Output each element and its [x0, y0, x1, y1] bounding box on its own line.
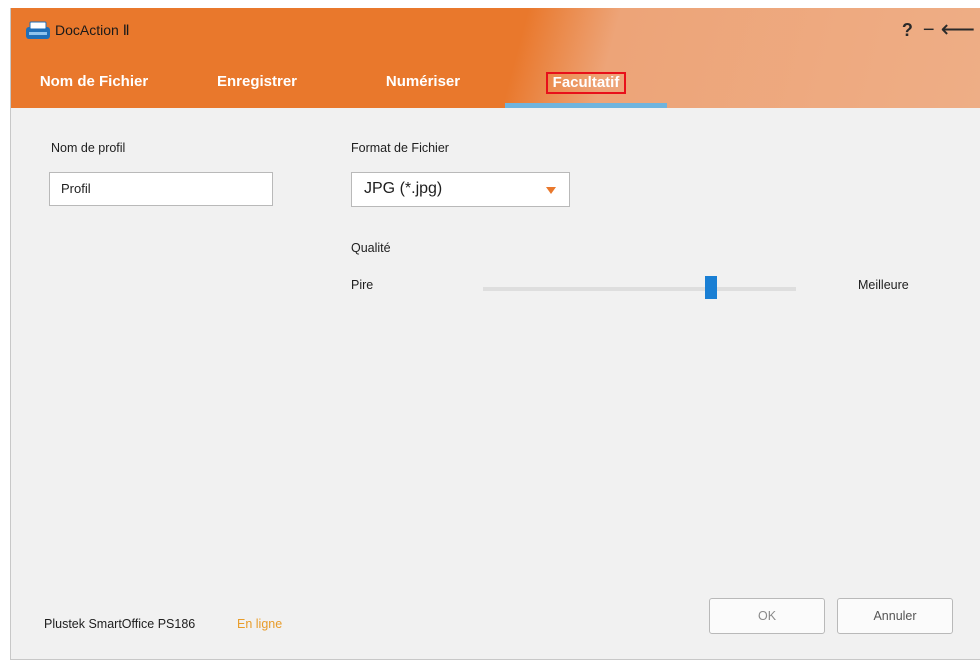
- file-format-value: JPG (*.jpg): [364, 180, 443, 197]
- device-status: En ligne: [237, 617, 283, 631]
- header-bar: DocAction Ⅱ ? − ⟵ Nom de Fichier Enregis…: [11, 8, 980, 108]
- app-title: DocAction Ⅱ: [55, 22, 130, 38]
- tab-label: Nom de Fichier: [39, 73, 149, 90]
- quality-slider-thumb[interactable]: [705, 276, 717, 299]
- file-format-select[interactable]: JPG (*.jpg): [351, 172, 570, 207]
- file-format-label: Format de Fichier: [351, 141, 449, 155]
- profile-name-label: Nom de profil: [51, 141, 126, 155]
- profile-name-input[interactable]: Profil: [49, 172, 273, 206]
- quality-label: Qualité: [351, 241, 391, 255]
- tab-label: Enregistrer: [216, 73, 298, 90]
- quality-min-label: Pire: [351, 278, 374, 292]
- ok-button[interactable]: OK: [709, 598, 825, 634]
- device-name: Plustek SmartOffice PS186: [44, 617, 196, 631]
- scanner-icon: [25, 21, 51, 41]
- quality-max-label: Meilleure: [858, 278, 909, 292]
- tab-label: Numériser: [385, 73, 461, 90]
- active-tab-indicator: [505, 103, 667, 108]
- help-button[interactable]: ?: [902, 16, 913, 44]
- tab-bar: Nom de Fichier Enregistrer Numériser Fac…: [11, 68, 980, 108]
- tab-numeriser[interactable]: Numériser: [373, 68, 473, 106]
- title-bar[interactable]: DocAction Ⅱ ? − ⟵: [11, 8, 980, 54]
- minimize-button[interactable]: −: [923, 16, 935, 44]
- tab-nom-de-fichier[interactable]: Nom de Fichier: [29, 68, 159, 106]
- tab-label: Facultatif: [545, 72, 627, 94]
- app-window: DocAction Ⅱ ? − ⟵ Nom de Fichier Enregis…: [10, 8, 980, 660]
- quality-slider-track[interactable]: [483, 287, 796, 291]
- tab-enregistrer[interactable]: Enregistrer: [207, 68, 307, 106]
- cancel-button[interactable]: Annuler: [837, 598, 953, 634]
- back-arrow-icon[interactable]: ⟵: [941, 16, 975, 44]
- tab-facultatif[interactable]: Facultatif: [505, 68, 667, 106]
- window-controls: ? − ⟵: [902, 16, 975, 44]
- dropdown-arrow-icon: [546, 187, 556, 194]
